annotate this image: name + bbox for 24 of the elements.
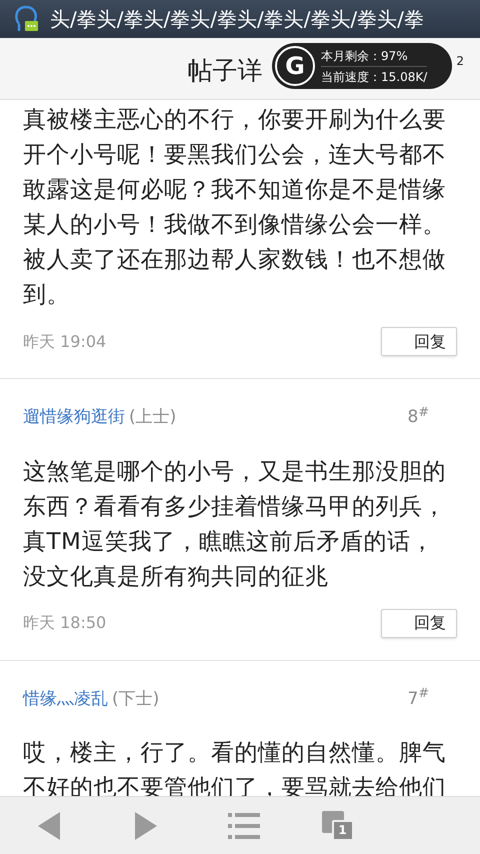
author-link[interactable]: 惜缘灬凌乱 — [23, 686, 108, 712]
speed-text: 当前速度：15.08K/ — [321, 68, 428, 86]
user-rank: (下士) — [112, 688, 160, 710]
post-body: 真被楼主恶心的不行，你要开刷为什么要开个小号呢！要黑我们公会，连大号都不敢露这是何必呢？我不知道你是不是惜缘某人的小号！我做不到像惜缘公会一样。被人卖了还在那边帮人家数钱！也不想做到。 — [23, 106, 447, 310]
post-time: 昨天 19:04 — [23, 330, 106, 352]
counter-text: 2 — [456, 53, 464, 70]
floor-number: 7$^{#}$ — [407, 686, 429, 710]
g-logo: G — [275, 46, 315, 86]
remaining-data-text: 本月剩余：97% — [321, 46, 428, 66]
author-link[interactable]: 遛惜缘狗逛街 — [23, 405, 125, 430]
traffic-widget[interactable]: G 本月剩余：97% 当前速度：15.08K/ — [272, 43, 452, 89]
chat-head-icon — [14, 4, 40, 34]
forward-icon — [135, 812, 158, 840]
tab-count: 1 — [332, 820, 354, 840]
user-rank: (上士) — [129, 406, 176, 429]
reply-button[interactable]: 回复 — [381, 608, 457, 638]
back-icon — [38, 812, 60, 840]
menu-icon — [228, 812, 260, 840]
notification-ticker: 头/拳头/拳头/拳头/拳头/拳头/拳头/拳头/拳 — [50, 6, 424, 33]
page-title: 帖子详 — [188, 54, 262, 87]
post-time: 昨天 18:50 — [23, 612, 106, 634]
floor-number: 8$^{#}$ — [407, 405, 429, 429]
post-body: 这煞笔是哪个的小号，又是书生那没胆的东西？看看有多少挂着惜缘马甲的列兵，真TM逗笑我了，瞧瞧这前后矛盾的话，没文化真是所有狗共同的征兆 — [23, 458, 447, 592]
reply-button[interactable]: 回复 — [381, 327, 457, 356]
